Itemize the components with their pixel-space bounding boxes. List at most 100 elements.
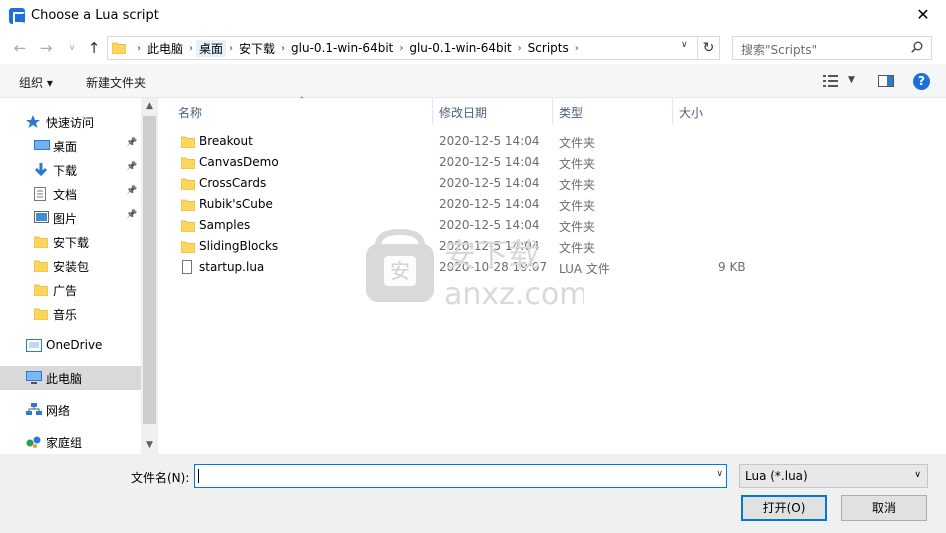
- folder-icon: [180, 177, 196, 191]
- column-header-date[interactable]: 修改日期: [433, 98, 553, 124]
- download-icon: [34, 163, 48, 177]
- column-header-type[interactable]: 类型: [553, 98, 673, 124]
- view-options-icon[interactable]: [823, 75, 839, 87]
- folder-icon: [180, 219, 196, 233]
- sidebar-item-label: 广告: [53, 284, 78, 298]
- file-type-select[interactable]: Lua (*.lua) ∨: [739, 464, 928, 488]
- file-row[interactable]: SlidingBlocks 2020-12-5 14:04 文件夹: [158, 236, 778, 257]
- document-icon: [34, 187, 48, 201]
- sidebar-scrollbar[interactable]: ▲ ▼: [141, 98, 158, 454]
- file-name: CanvasDemo: [199, 155, 279, 169]
- sidebar-item-label: 安装包: [53, 260, 90, 274]
- new-folder-button[interactable]: 新建文件夹: [86, 74, 146, 91]
- breadcrumb-item[interactable]: glu-0.1-win-64bit: [406, 41, 514, 55]
- scroll-down-icon[interactable]: ▼: [141, 437, 158, 454]
- file-date: 2020-10-28 19:07: [439, 260, 548, 274]
- file-row[interactable]: Breakout 2020-12-5 14:04 文件夹: [158, 131, 778, 152]
- pin-icon: 📌: [126, 210, 138, 220]
- star-icon: [26, 115, 40, 128]
- sidebar-item[interactable]: 安下载: [0, 230, 141, 254]
- pin-icon: 📌: [126, 186, 138, 196]
- breadcrumb-separator-icon[interactable]: ›: [515, 43, 525, 54]
- search-icon[interactable]: [911, 41, 923, 53]
- app-icon: [9, 8, 25, 24]
- breadcrumb-separator-icon[interactable]: ›: [278, 43, 288, 54]
- column-header-size[interactable]: 大小: [673, 98, 778, 124]
- sidebar-item[interactable]: 下载 📌: [0, 158, 141, 182]
- breadcrumb-item[interactable]: glu-0.1-win-64bit: [288, 41, 396, 55]
- folder-icon: [180, 135, 196, 149]
- column-header-name[interactable]: ⌃ 名称: [158, 96, 433, 124]
- file-name: Breakout: [199, 134, 253, 148]
- up-arrow-icon[interactable]: ↑: [84, 38, 104, 58]
- back-arrow-icon[interactable]: ←: [10, 38, 30, 58]
- breadcrumb-item[interactable]: Scripts: [525, 41, 572, 55]
- folder-icon: [180, 198, 196, 212]
- file-row[interactable]: CrossCards 2020-12-5 14:04 文件夹: [158, 173, 778, 194]
- chevron-down-icon[interactable]: ∨: [681, 40, 695, 50]
- sort-up-icon: ⌃: [298, 96, 306, 106]
- file-row[interactable]: startup.lua 2020-10-28 19:07 LUA 文件 9 KB: [158, 257, 778, 278]
- search-input[interactable]: 搜索"Scripts": [732, 36, 932, 60]
- pin-icon: 📌: [126, 138, 138, 148]
- sidebar-item[interactable]: OneDrive: [0, 334, 141, 358]
- breadcrumb-item[interactable]: 桌面: [196, 39, 227, 57]
- close-button[interactable]: ✕: [900, 0, 946, 32]
- sidebar-item-label: 此电脑: [46, 372, 83, 386]
- scroll-thumb[interactable]: [143, 116, 156, 424]
- sidebar-item-label: OneDrive: [46, 338, 103, 352]
- sidebar-item[interactable]: 图片 📌: [0, 206, 141, 230]
- breadcrumb-separator-icon[interactable]: ›: [396, 43, 406, 54]
- breadcrumb-item[interactable]: 安下载: [236, 40, 278, 57]
- folder-icon: [180, 156, 196, 170]
- file-name: Samples: [199, 218, 251, 232]
- breadcrumb-separator-icon[interactable]: ›: [572, 43, 582, 54]
- sidebar-item[interactable]: 网络: [0, 398, 141, 422]
- folder-icon: [180, 240, 196, 254]
- sidebar-item[interactable]: 快速访问: [0, 110, 141, 134]
- sidebar-item[interactable]: 桌面 📌: [0, 134, 141, 158]
- file-name: CrossCards: [199, 176, 267, 190]
- preview-pane-icon[interactable]: [878, 75, 894, 87]
- sidebar-item[interactable]: 此电脑: [0, 366, 141, 390]
- file-row[interactable]: Samples 2020-12-5 14:04 文件夹: [158, 215, 778, 236]
- filename-input[interactable]: ∨: [194, 464, 727, 488]
- file-row[interactable]: Rubik'sCube 2020-12-5 14:04 文件夹: [158, 194, 778, 215]
- sidebar-item[interactable]: 文档 📌: [0, 182, 141, 206]
- sidebar-item[interactable]: 家庭组: [0, 430, 141, 454]
- folder-icon: [33, 259, 49, 273]
- open-button[interactable]: 打开(O): [741, 495, 827, 521]
- address-bar[interactable]: › 此电脑 › 桌面 › 安下载 › glu-0.1-win-64bit › glu-0.1-wi…: [107, 36, 698, 60]
- toolbar: 组织 ▾ 新建文件夹 ▼ ?: [0, 64, 946, 98]
- help-icon[interactable]: ?: [913, 73, 930, 90]
- organize-button[interactable]: 组织 ▾: [19, 74, 53, 91]
- breadcrumb-separator-icon[interactable]: ›: [134, 43, 144, 54]
- sidebar-item[interactable]: 音乐: [0, 302, 141, 326]
- picture-icon: [34, 211, 49, 224]
- file-name: startup.lua: [199, 260, 265, 274]
- recent-chevron-down-icon[interactable]: ∨: [62, 38, 82, 58]
- file-date: 2020-12-5 14:04: [439, 218, 540, 232]
- file-date: 2020-12-5 14:04: [439, 197, 540, 211]
- cancel-button[interactable]: 取消: [841, 495, 927, 521]
- file-date: 2020-12-5 14:04: [439, 134, 540, 148]
- breadcrumb-item[interactable]: 此电脑: [144, 40, 186, 57]
- view-chevron-down-icon[interactable]: ▼: [848, 75, 855, 85]
- filename-chevron-down-icon[interactable]: ∨: [716, 469, 723, 479]
- sidebar-item-label: 桌面: [53, 140, 78, 154]
- refresh-icon[interactable]: ↻: [698, 36, 720, 60]
- file-row[interactable]: CanvasDemo 2020-12-5 14:04 文件夹: [158, 152, 778, 173]
- sidebar-item[interactable]: 安装包: [0, 254, 141, 278]
- file-date: 2020-12-5 14:04: [439, 239, 540, 253]
- dialog-footer: 文件名(N): ∨ Lua (*.lua) ∨ 打开(O) 取消: [0, 454, 946, 533]
- breadcrumb-separator-icon[interactable]: ›: [226, 43, 236, 54]
- navigation-pane: 快速访问桌面 📌 下载 📌 文档 📌 图片 📌 安下载安装包广告音乐 OneDrive 此电脑网络家…: [0, 98, 158, 454]
- sidebar-item[interactable]: 广告: [0, 278, 141, 302]
- sidebar-item-label: 音乐: [53, 308, 78, 322]
- desktop-icon: [34, 139, 50, 152]
- file-size: 9 KB: [718, 260, 746, 274]
- forward-arrow-icon[interactable]: →: [36, 38, 56, 58]
- breadcrumb-separator-icon[interactable]: ›: [186, 43, 196, 54]
- sidebar-item-label: 安下载: [53, 236, 90, 250]
- scroll-up-icon[interactable]: ▲: [141, 98, 158, 115]
